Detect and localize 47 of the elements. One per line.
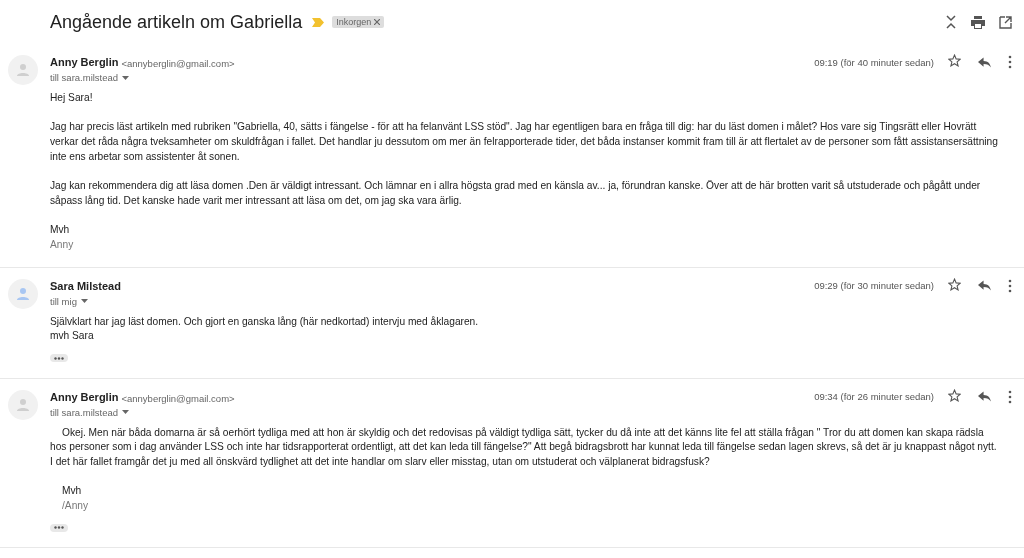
sender-name: Anny Berglin: [50, 56, 119, 68]
recipient-text: till sara.milstead: [50, 72, 119, 83]
sender-name: Sara Milstead: [50, 279, 121, 292]
show-trimmed-content-button[interactable]: [50, 354, 68, 363]
recipient-text: till sara.milstead: [50, 406, 119, 418]
message-line: mvh Sara: [50, 329, 95, 344]
reply-icon[interactable]: [978, 56, 991, 68]
print-icon[interactable]: [971, 15, 985, 29]
message-paragraph: Jag kan rekommendera dig att läsa domen .Den är väldigt intressant. Och lämnar en i allra högsta grad med en känsla av... ja, förundran kanske. Över att de här brotten varit så utstuderade och pågått under såpass lång tid. Det kanske hade varit mer intressant att läsa om det, om jag ska vara ärlig.: [50, 179, 982, 208]
reply-icon[interactable]: [978, 280, 991, 292]
message-paragraph: Hej Sara!: [50, 91, 94, 105]
signature-text: /Anny: [61, 499, 90, 514]
more-options-icon[interactable]: [1008, 389, 1012, 404]
star-icon[interactable]: [948, 54, 961, 67]
message-line: Mvh: [61, 484, 83, 499]
ellipsis-icon: [54, 356, 64, 360]
star-icon[interactable]: [948, 277, 961, 291]
signature-text: Anny: [50, 238, 75, 252]
collapse-icon[interactable]: [945, 15, 957, 29]
avatar-icon: [16, 397, 30, 412]
message-paragraph: Jag har precis läst artikeln med rubriken "Gabriella, 40, sätts i fängelse - för att ha felanvänt LSS stöd". Jag har egentligen bara en fråga till dig: har du läst domen i målet? Hos vare sig Tingsrätt eller Hovrätt verkar det råda några tveksamheter om skuldfrågan i fallet. Det handlar ju dessutom om mer än felrapporterade tider, det båda instanser kommit fram till är att flertalet av de personer som fått assistansersättning inte ens arbetar som assistenter åt sonen.: [50, 120, 999, 164]
more-options-icon[interactable]: [1008, 55, 1012, 69]
caret-icon[interactable]: [122, 75, 130, 80]
message-paragraph: Okej. Men när båda domarna är så oerhört tydliga med att hon är skyldig och det redovisas på väldigt tydliga sätt, tycker du då inte att det känns lite fel att ställa frågan " Tror du att domen kan skapa rädsla hos personer som i dag använder LSS och inte har tidsrapporterat ordentligt, att det kan leda till fängelse?" Att begå bidragsbrott har kunnat leda till fängelse sedan lagen skrevs, så det är ju knappast något nytt. I det här fallet framgår det ju med all önskvärd tydlighet att det inte handlar om slarv eller misstag, utan om utstuderat och välplanerat bidragsfusk?: [50, 425, 998, 469]
open-in-new-icon[interactable]: [999, 15, 1012, 29]
label-chip[interactable]: Inkorgen: [332, 16, 385, 28]
star-icon[interactable]: [948, 388, 961, 402]
message-time: 09:34 (för 26 minuter sedan): [814, 391, 934, 403]
avatar-icon: [16, 63, 30, 77]
message-time: 09:29 (för 30 minuter sedan): [814, 280, 934, 292]
caret-icon[interactable]: [80, 299, 88, 304]
reply-icon[interactable]: [978, 391, 991, 403]
message-line: Mvh: [50, 223, 71, 238]
sender-email: <annyberglin@gmail.com>: [121, 58, 235, 69]
caret-icon[interactable]: [122, 410, 130, 415]
importance-marker-icon[interactable]: [312, 18, 325, 27]
message-time: 09:19 (för 40 minuter sedan): [814, 56, 934, 68]
recipient-text: till mig: [50, 295, 77, 307]
sender-name: Anny Berglin: [50, 390, 119, 403]
message-line: Självklart har jag läst domen. Och gjort en ganska lång (här nedkortad) intervju med åklagaren.: [50, 314, 480, 329]
ellipsis-icon: [54, 526, 64, 530]
subject-title: Angående artikeln om Gabriella: [50, 11, 303, 33]
show-trimmed-content-button[interactable]: [50, 523, 68, 532]
avatar-icon: [16, 286, 30, 301]
close-icon[interactable]: [374, 19, 381, 25]
sender-email: <annyberglin@gmail.com>: [121, 392, 235, 404]
more-options-icon[interactable]: [1008, 278, 1012, 293]
